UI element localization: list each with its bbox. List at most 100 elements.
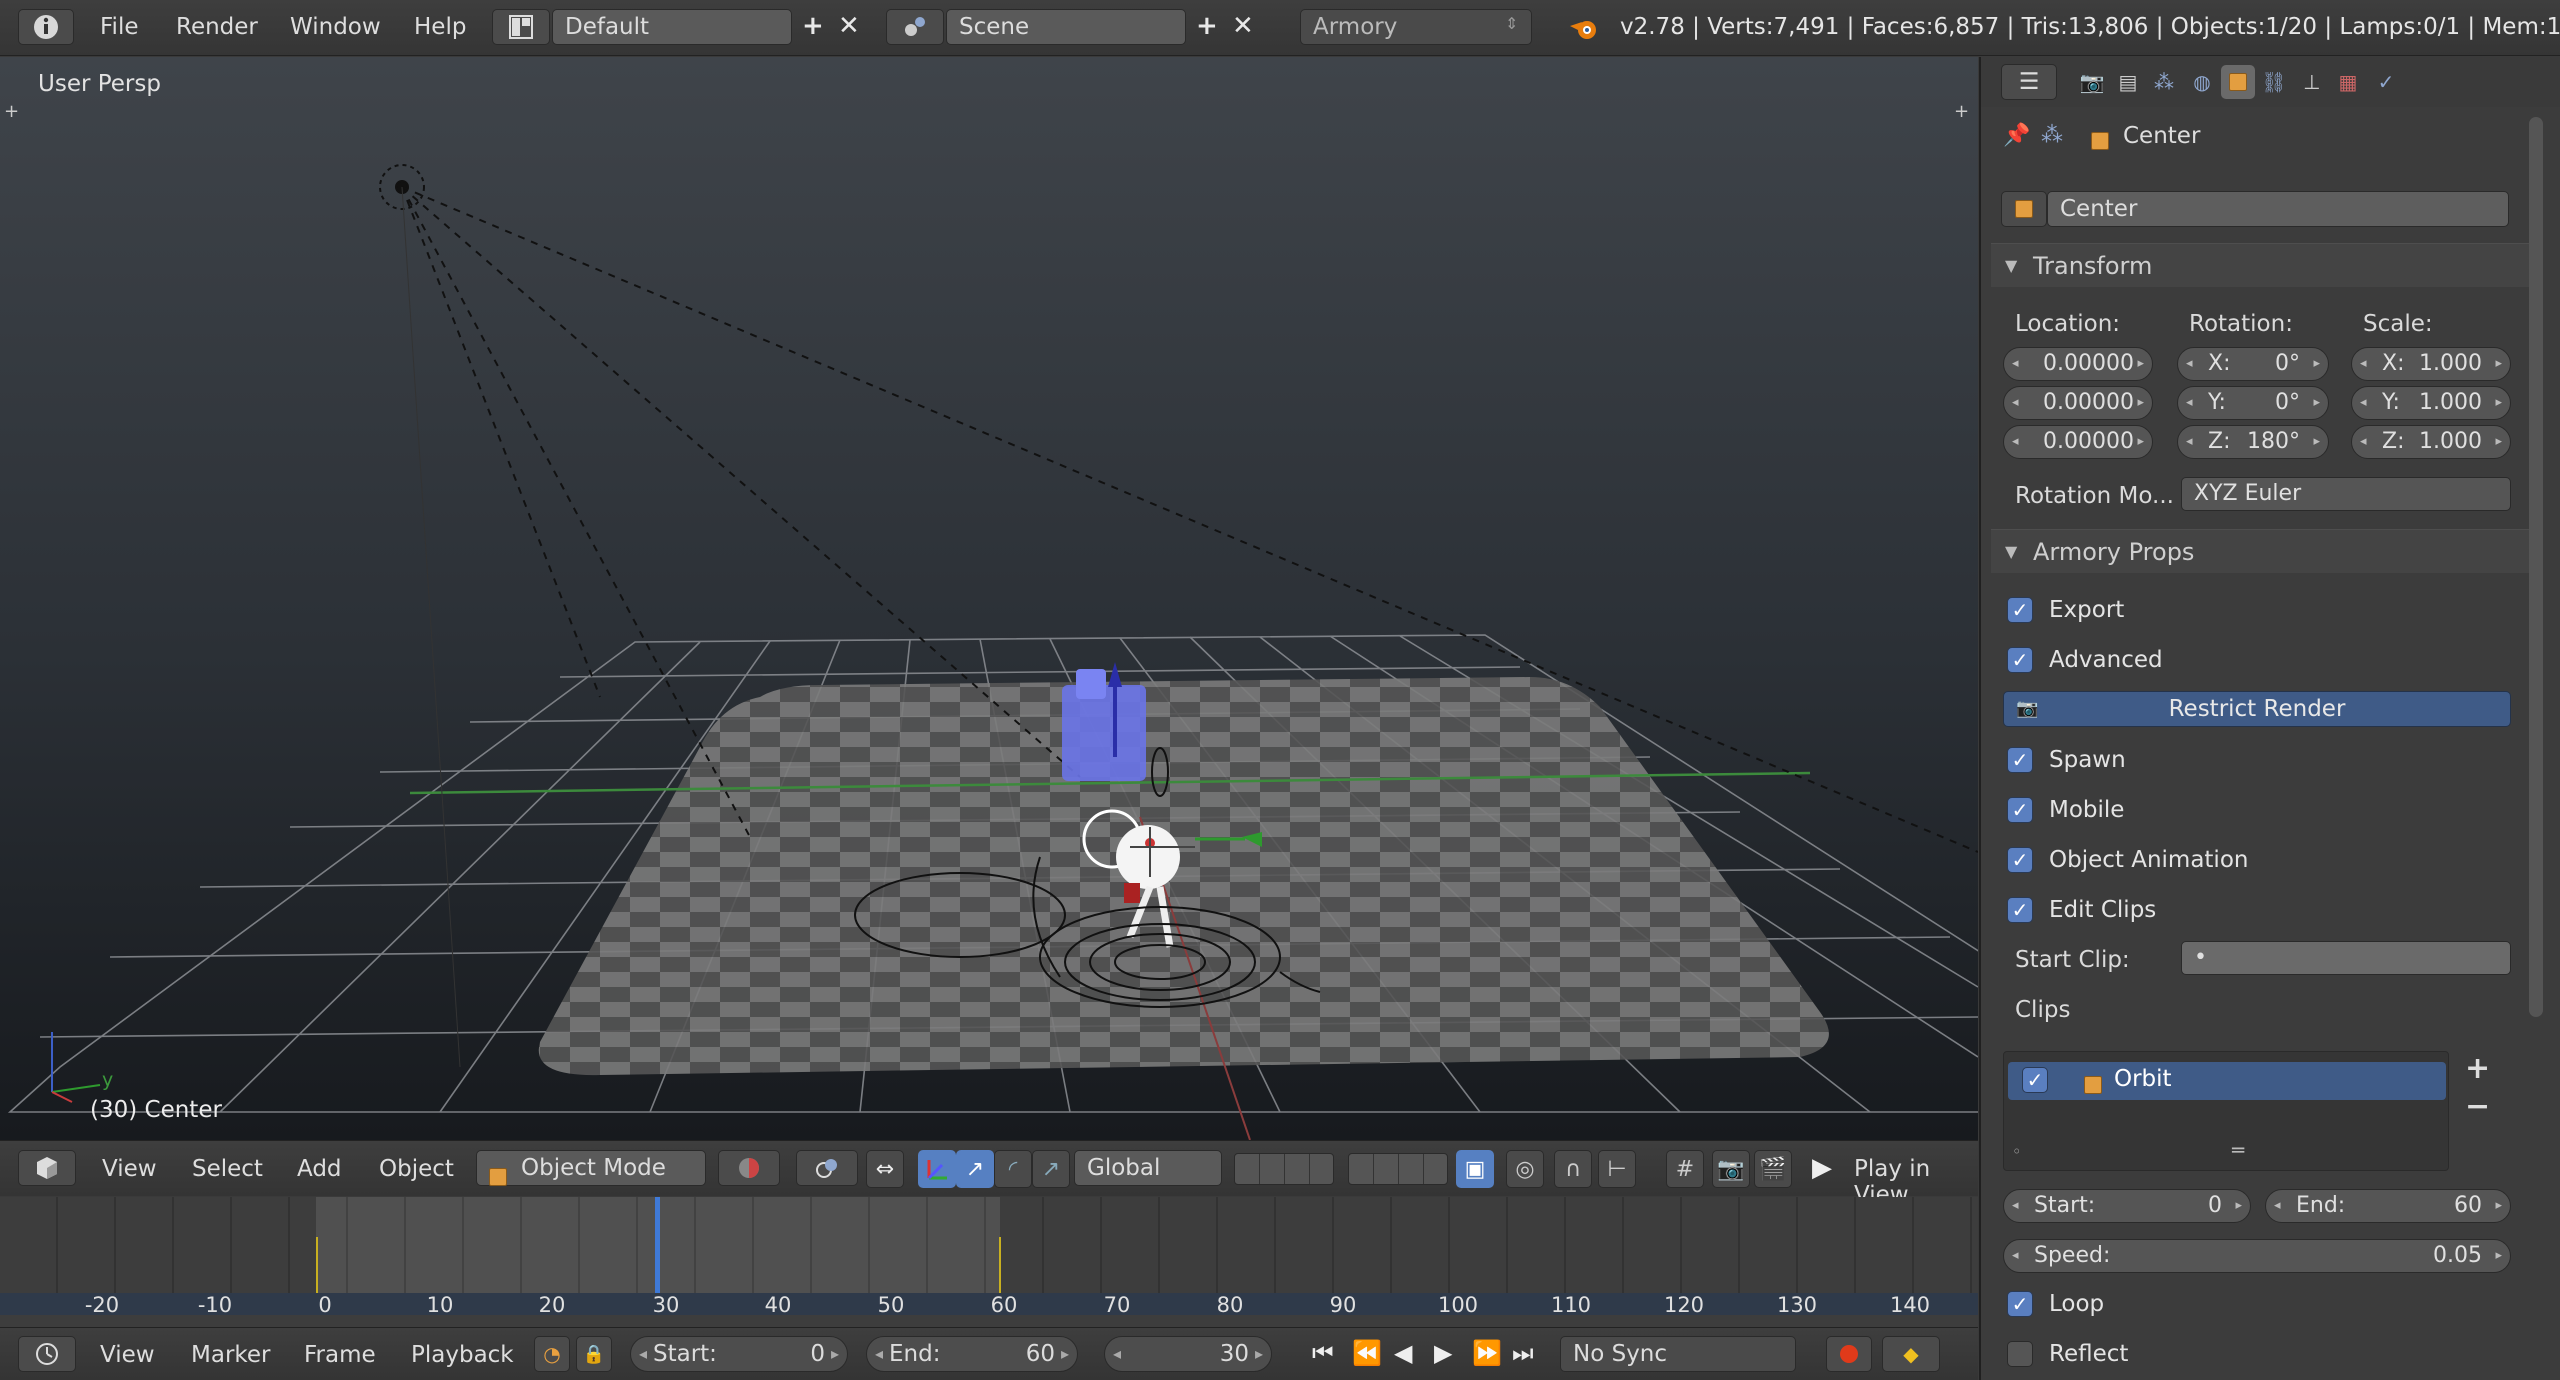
end-frame-field[interactable]: ◂ End: 60 ▸ bbox=[866, 1336, 1078, 1372]
play-icon[interactable]: ▶ bbox=[1812, 1153, 1832, 1183]
render-opengl-icon[interactable]: 📷 bbox=[1712, 1150, 1750, 1188]
speed-field[interactable]: ◂ Speed: 0.05 ▸ bbox=[2003, 1239, 2511, 1273]
timeline-menu-view[interactable]: View bbox=[100, 1342, 155, 1368]
menu-add[interactable]: Add bbox=[297, 1156, 342, 1182]
3d-viewport[interactable]: y User Persp (30) Center + + bbox=[0, 57, 1978, 1140]
jump-start-icon[interactable]: ⏮ bbox=[1312, 1339, 1334, 1367]
timeline-menu-playback[interactable]: Playback bbox=[411, 1342, 514, 1368]
manipulator-translate-icon[interactable] bbox=[918, 1150, 956, 1188]
screen-layout-field[interactable]: Default bbox=[552, 9, 792, 45]
add-clip-icon[interactable]: + bbox=[2465, 1051, 2490, 1086]
tab-world-icon[interactable]: ◍ bbox=[2185, 65, 2219, 99]
add-screen-icon[interactable]: + bbox=[802, 13, 824, 39]
delete-scene-icon[interactable]: ✕ bbox=[1232, 13, 1254, 39]
tab-constraints-icon[interactable]: ⛓ bbox=[2257, 65, 2291, 99]
transform-orientation-select[interactable]: Global bbox=[1074, 1150, 1222, 1186]
scale-y-field[interactable]: ◂ Y: 1.000 ▸ bbox=[2351, 386, 2511, 420]
list-filter-icon[interactable]: ◦ bbox=[2012, 1142, 2021, 1161]
editor-type-timeline-icon[interactable] bbox=[18, 1336, 76, 1372]
jump-end-icon[interactable]: ⏭ bbox=[1512, 1339, 1534, 1367]
manipulator-rotate-icon[interactable]: ◜ bbox=[994, 1150, 1032, 1188]
menu-file[interactable]: File bbox=[100, 14, 139, 40]
tab-object-data-icon[interactable]: ⊥ bbox=[2295, 65, 2329, 99]
mobile-checkbox[interactable]: ✓ bbox=[2007, 797, 2033, 823]
rotation-z-field[interactable]: ◂ Z: 180° ▸ bbox=[2177, 425, 2329, 459]
play-reverse-icon[interactable]: ◀ bbox=[1394, 1339, 1412, 1367]
properties-editor[interactable]: ☰ 📷 ▤ ⁂ ◍ ⛓ ⊥ ▦ ✓ 📌 ⁂ Center Center ▼ Tr… bbox=[1979, 57, 2560, 1380]
current-frame-field[interactable]: ◂ 30 ▸ bbox=[1104, 1336, 1272, 1372]
scale-x-field[interactable]: ◂ X: 1.000 ▸ bbox=[2351, 347, 2511, 381]
armory-props-panel-header[interactable]: ▼ Armory Props bbox=[1991, 529, 2531, 573]
record-icon[interactable] bbox=[1826, 1336, 1872, 1372]
toolshelf-toggle-icon[interactable]: + bbox=[4, 101, 19, 122]
location-y-field[interactable]: ◂ 0.00000 ▸ bbox=[2003, 386, 2153, 420]
rotation-mode-select[interactable]: XYZ Euler bbox=[2181, 477, 2511, 511]
tab-object-icon[interactable] bbox=[2221, 65, 2255, 99]
render-engine-select[interactable]: Armory bbox=[1300, 9, 1532, 45]
list-item[interactable]: ✓ Orbit bbox=[2008, 1062, 2446, 1100]
editor-type-info-icon[interactable] bbox=[18, 9, 74, 45]
manipulator-arrow-icon[interactable]: ↗ bbox=[956, 1150, 994, 1188]
editor-type-3d-icon[interactable] bbox=[18, 1150, 76, 1186]
layers-group-1[interactable] bbox=[1234, 1153, 1334, 1185]
object-name-field[interactable]: Center bbox=[2047, 191, 2509, 227]
location-z-field[interactable]: ◂ 0.00000 ▸ bbox=[2003, 425, 2153, 459]
clip-start-field[interactable]: ◂ Start: 0 ▸ bbox=[2003, 1189, 2251, 1223]
clip-end-field[interactable]: ◂ End: 60 ▸ bbox=[2265, 1189, 2511, 1223]
scale-z-field[interactable]: ◂ Z: 1.000 ▸ bbox=[2351, 425, 2511, 459]
keying-set-icon[interactable]: ◆ bbox=[1882, 1336, 1940, 1372]
current-frame-cursor[interactable] bbox=[655, 1197, 660, 1293]
editor-type-properties-icon[interactable]: ☰ bbox=[2001, 64, 2057, 100]
snap-element-icon[interactable]: ⊢ bbox=[1598, 1150, 1636, 1188]
scene-icon[interactable] bbox=[886, 9, 944, 45]
transform-manipulator-toggle-icon[interactable]: ⇔ bbox=[866, 1150, 904, 1188]
preview-range-icon[interactable]: ◔ bbox=[534, 1336, 570, 1372]
grid-snap-icon[interactable]: # bbox=[1666, 1150, 1704, 1188]
lock-camera-icon[interactable]: ▣ bbox=[1456, 1150, 1494, 1188]
timeline-menu-frame[interactable]: Frame bbox=[304, 1342, 376, 1368]
timeline-editor[interactable]: -20 -10 0 10 20 30 40 50 60 70 80 90 100… bbox=[0, 1197, 1978, 1327]
next-keyframe-icon[interactable]: ⏩ bbox=[1472, 1339, 1502, 1367]
tab-render-icon[interactable]: 📷 bbox=[2075, 65, 2109, 99]
reflect-checkbox[interactable]: ✓ bbox=[2007, 1341, 2033, 1367]
menu-view[interactable]: View bbox=[102, 1156, 157, 1182]
rotation-x-field[interactable]: ◂ X: 0° ▸ bbox=[2177, 347, 2329, 381]
tab-scene-icon[interactable]: ⁂ bbox=[2147, 65, 2181, 99]
clip-enabled-checkbox[interactable]: ✓ bbox=[2022, 1067, 2048, 1093]
object-mode-select[interactable]: Object Mode bbox=[476, 1150, 706, 1186]
layers-group-2[interactable] bbox=[1348, 1153, 1448, 1185]
sync-mode-select[interactable]: No Sync bbox=[1560, 1336, 1796, 1372]
remove-clip-icon[interactable]: − bbox=[2465, 1089, 2490, 1124]
prev-keyframe-icon[interactable]: ⏪ bbox=[1352, 1339, 1382, 1367]
edit-clips-checkbox[interactable]: ✓ bbox=[2007, 897, 2033, 923]
object-type-icon[interactable] bbox=[2001, 191, 2047, 227]
tab-texture-icon[interactable]: ▦ bbox=[2331, 65, 2365, 99]
menu-render[interactable]: Render bbox=[176, 14, 258, 40]
advanced-checkbox[interactable]: ✓ bbox=[2007, 647, 2033, 673]
menu-object[interactable]: Object bbox=[379, 1156, 454, 1182]
pin-icon[interactable]: 📌 bbox=[2003, 123, 2030, 148]
location-x-field[interactable]: ◂ 0.00000 ▸ bbox=[2003, 347, 2153, 381]
spawn-checkbox[interactable]: ✓ bbox=[2007, 747, 2033, 773]
pivot-point-icon[interactable] bbox=[796, 1150, 858, 1186]
transform-panel-header[interactable]: ▼ Transform bbox=[1991, 243, 2531, 287]
menu-select[interactable]: Select bbox=[192, 1156, 263, 1182]
timeline-menu-marker[interactable]: Marker bbox=[191, 1342, 271, 1368]
lock-icon[interactable]: 🔒 bbox=[576, 1336, 612, 1372]
clip-name[interactable]: Orbit bbox=[2114, 1066, 2172, 1092]
add-scene-icon[interactable]: + bbox=[1196, 13, 1218, 39]
rotation-y-field[interactable]: ◂ Y: 0° ▸ bbox=[2177, 386, 2329, 420]
delete-screen-icon[interactable]: ✕ bbox=[838, 13, 860, 39]
tab-physics-icon[interactable]: ✓ bbox=[2369, 65, 2403, 99]
play-forward-icon[interactable]: ▶ bbox=[1434, 1339, 1452, 1367]
object-animation-checkbox[interactable]: ✓ bbox=[2007, 847, 2033, 873]
start-clip-field[interactable]: • bbox=[2181, 941, 2511, 975]
menu-help[interactable]: Help bbox=[414, 14, 466, 40]
snap-toggle-icon[interactable]: ∩ bbox=[1554, 1150, 1592, 1188]
tab-render-layers-icon[interactable]: ▤ bbox=[2111, 65, 2145, 99]
scene-field[interactable]: Scene bbox=[946, 9, 1186, 45]
clips-list[interactable]: ✓ Orbit ◦ ═ bbox=[2003, 1051, 2449, 1171]
list-resize-handle[interactable]: ═ bbox=[2232, 1138, 2244, 1162]
loop-checkbox[interactable]: ✓ bbox=[2007, 1291, 2033, 1317]
start-frame-field[interactable]: ◂ Start: 0 ▸ bbox=[630, 1336, 848, 1372]
